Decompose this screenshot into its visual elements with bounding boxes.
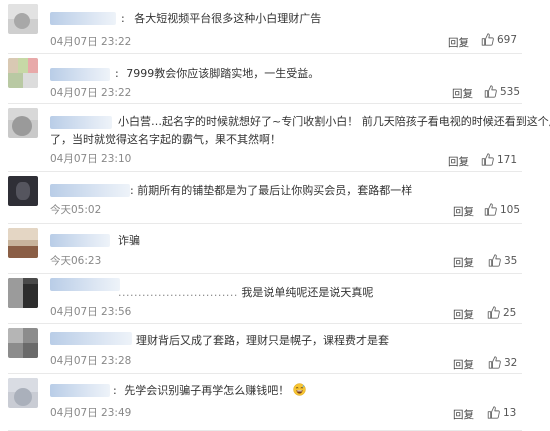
like-count: 13 bbox=[503, 406, 517, 419]
like-count: 35 bbox=[504, 254, 518, 267]
like-button[interactable]: 32 bbox=[488, 356, 517, 369]
comment-text: 诈骗 bbox=[118, 234, 140, 247]
comment-colon: : bbox=[115, 67, 119, 80]
comment-time: 04月07日 23:28 bbox=[50, 355, 132, 367]
reply-button[interactable]: 回复 bbox=[453, 307, 474, 322]
avatar[interactable] bbox=[8, 4, 38, 34]
comment-time: 04月07日 23:56 bbox=[50, 306, 132, 318]
thumbs-up-icon bbox=[487, 406, 500, 419]
comment-item: : 前期所有的铺垫都是为了最后让你购买会员，套路都一样 今天05:02 回复 1… bbox=[0, 172, 550, 224]
grinning-sweat-emoji bbox=[293, 383, 306, 396]
thumbs-up-icon bbox=[488, 356, 501, 369]
like-button[interactable]: 535 bbox=[484, 85, 520, 98]
like-count: 171 bbox=[497, 153, 518, 166]
like-button[interactable]: 171 bbox=[481, 153, 517, 166]
username[interactable] bbox=[50, 278, 120, 291]
reply-button[interactable]: 回复 bbox=[453, 407, 474, 422]
comment-item: : 各大短视频平台很多这种小白理财广告 04月07日 23:22 回复 697 bbox=[0, 0, 550, 54]
comment-item: : 7999教会你应该脚踏实地，一生受益。 04月07日 23:22 回复 53… bbox=[0, 54, 550, 104]
reply-button[interactable]: 回复 bbox=[448, 35, 469, 50]
like-count: 697 bbox=[497, 33, 518, 46]
comment-colon: : bbox=[113, 384, 117, 397]
like-count: 535 bbox=[500, 85, 521, 98]
comment-text: 小白营…起名字的时候就想好了~专门收割小白！ 前几天陪孩子看电视的时候还看到这个… bbox=[118, 115, 550, 128]
username[interactable] bbox=[50, 234, 110, 247]
comment-colon: : bbox=[121, 12, 125, 25]
comment-colon: : bbox=[130, 184, 134, 197]
like-button[interactable]: 35 bbox=[488, 254, 517, 267]
comment-time: 04月07日 23:10 bbox=[50, 153, 132, 165]
comment-item: : 先学会识别骗子再学怎么赚钱吧！ 04月07日 23:49 回复 13 bbox=[0, 374, 550, 431]
comment-time: 04月07日 23:22 bbox=[50, 36, 132, 48]
comment-item: 诈骗 今天06:23 回复 35 bbox=[0, 224, 550, 274]
thumbs-up-icon bbox=[487, 306, 500, 319]
comment-time: 今天06:23 bbox=[50, 255, 102, 267]
comment-text-continued: 了，当时就觉得这名字起的霸气，果不其然啊！ bbox=[50, 133, 281, 146]
comment-item: 小白营…起名字的时候就想好了~专门收割小白！ 前几天陪孩子看电视的时候还看到这个… bbox=[0, 104, 550, 172]
like-button[interactable]: 105 bbox=[484, 203, 520, 216]
comment-time: 04月07日 23:49 bbox=[50, 407, 132, 419]
comment-text: 我是说单纯呢还是说天真呢 bbox=[241, 286, 374, 299]
comment-text: 各大短视频平台很多这种小白理财广告 bbox=[134, 12, 322, 25]
comment-text: 前期所有的铺垫都是为了最后让你购买会员，套路都一样 bbox=[137, 184, 413, 197]
thumbs-up-icon bbox=[484, 85, 497, 98]
like-count: 25 bbox=[503, 306, 517, 319]
reply-button[interactable]: 回复 bbox=[453, 357, 474, 372]
username[interactable] bbox=[50, 384, 110, 397]
like-button[interactable]: 13 bbox=[487, 406, 516, 419]
thumbs-up-icon bbox=[488, 254, 501, 267]
thumbs-up-icon bbox=[481, 33, 494, 46]
comment-text: 理财背后又成了套路，理财只是幌子，课程费才是套 bbox=[136, 334, 389, 347]
comment-prefix: .............................. bbox=[118, 286, 238, 299]
avatar[interactable] bbox=[8, 328, 38, 358]
avatar[interactable] bbox=[8, 228, 38, 258]
avatar[interactable] bbox=[8, 176, 38, 206]
username[interactable] bbox=[50, 332, 132, 345]
reply-button[interactable]: 回复 bbox=[453, 204, 474, 219]
reply-button[interactable]: 回复 bbox=[453, 255, 474, 270]
comment-text: 7999教会你应该脚踏实地，一生受益。 bbox=[126, 67, 320, 80]
comment-text: 先学会识别骗子再学怎么赚钱吧！ bbox=[124, 384, 290, 397]
thumbs-up-icon bbox=[484, 203, 497, 216]
avatar[interactable] bbox=[8, 378, 38, 408]
like-button[interactable]: 697 bbox=[481, 33, 517, 46]
comment-item: 理财背后又成了套路，理财只是幌子，课程费才是套 04月07日 23:28 回复 … bbox=[0, 324, 550, 374]
thumbs-up-icon bbox=[481, 153, 494, 166]
reply-button[interactable]: 回复 bbox=[452, 86, 473, 101]
avatar[interactable] bbox=[8, 278, 38, 308]
username[interactable] bbox=[50, 184, 130, 197]
comment-time: 04月07日 23:22 bbox=[50, 87, 132, 99]
comment-time: 今天05:02 bbox=[50, 204, 102, 216]
like-count: 32 bbox=[504, 356, 518, 369]
like-count: 105 bbox=[500, 203, 521, 216]
reply-button[interactable]: 回复 bbox=[448, 154, 469, 169]
comment-item: .............................. 我是说单纯呢还是说… bbox=[0, 274, 550, 324]
username[interactable] bbox=[50, 116, 112, 129]
username[interactable] bbox=[50, 68, 110, 81]
comment-list: : 各大短视频平台很多这种小白理财广告 04月07日 23:22 回复 697 … bbox=[0, 0, 550, 431]
avatar[interactable] bbox=[8, 58, 38, 88]
username[interactable] bbox=[50, 12, 116, 25]
avatar[interactable] bbox=[8, 108, 38, 138]
like-button[interactable]: 25 bbox=[487, 306, 516, 319]
